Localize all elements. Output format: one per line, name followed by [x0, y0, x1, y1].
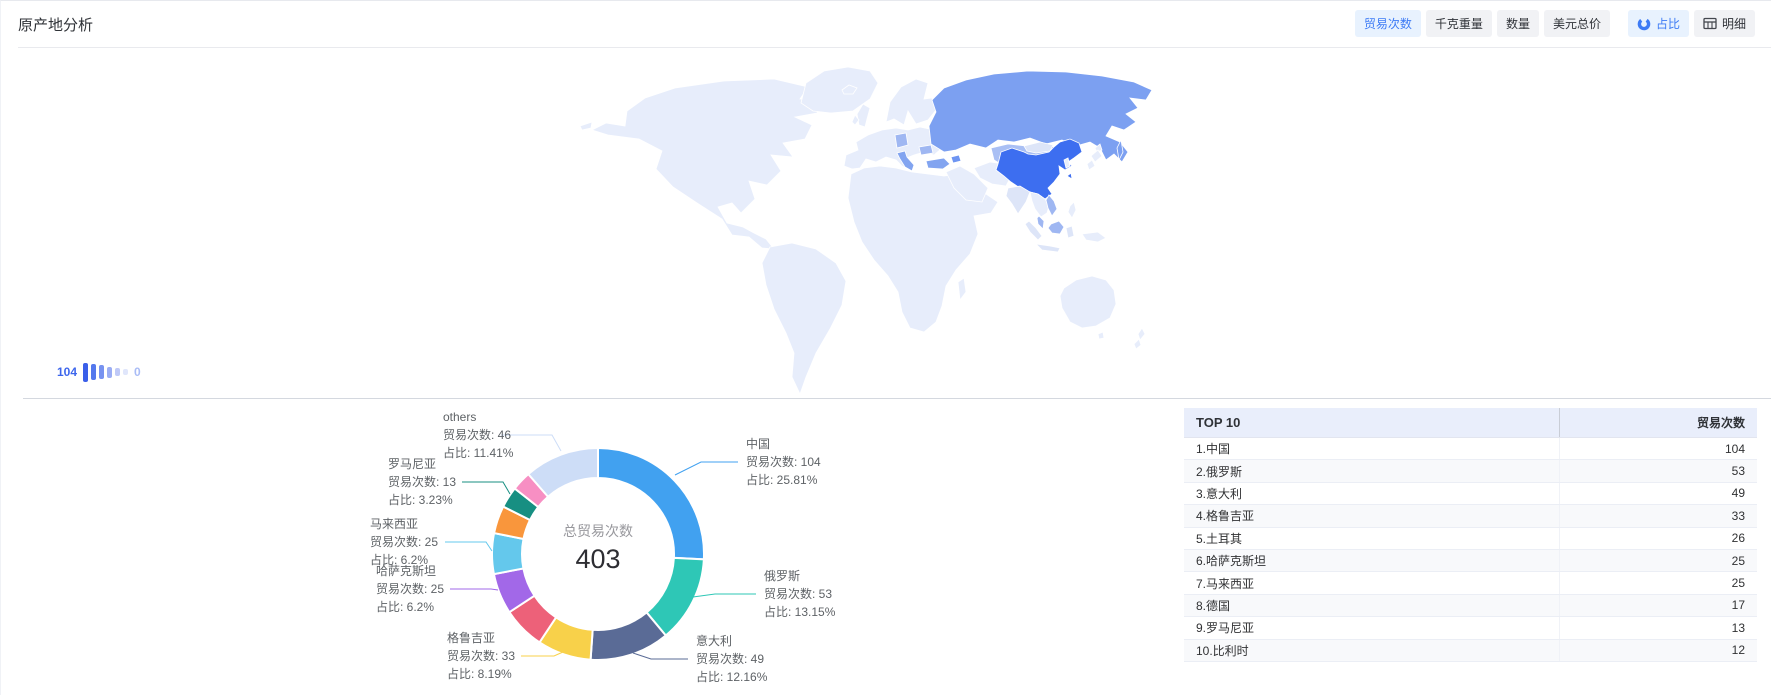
- top10-table: TOP 10 贸易次数 1.中国1042.俄罗斯533.意大利494.格鲁吉亚3…: [1184, 408, 1757, 662]
- map-region-scandinavia: [886, 79, 936, 125]
- table-cell-value: 13: [1559, 617, 1757, 638]
- map-country-germany: [895, 133, 908, 148]
- table-cell-value: 49: [1559, 483, 1757, 504]
- table-cell-value: 26: [1559, 528, 1757, 549]
- table-cell-country: 2.俄罗斯: [1184, 463, 1559, 480]
- label-leader-line: [445, 542, 492, 551]
- table-header-trade-count: 贸易次数: [1559, 408, 1757, 437]
- map-country-georgia: [951, 155, 961, 163]
- slice-label-格鲁吉亚: 格鲁吉亚贸易次数: 33占比: 8.19%: [447, 629, 515, 683]
- slice-label-哈萨克斯坦: 哈萨克斯坦贸易次数: 25占比: 6.2%: [376, 562, 444, 616]
- map-country-australia: [1060, 276, 1116, 328]
- view-button-proportion[interactable]: 占比: [1628, 10, 1689, 37]
- table-cell-country: 10.比利时: [1184, 642, 1559, 659]
- table-cell-value: 53: [1559, 460, 1757, 481]
- label-leader-line: [462, 482, 510, 494]
- legend-bars: [83, 363, 128, 382]
- table-cell-country: 8.德国: [1184, 597, 1559, 614]
- view-button-detail[interactable]: 明细: [1694, 10, 1755, 37]
- map-country-turkey: [926, 158, 950, 169]
- table-header-top10: TOP 10: [1184, 415, 1559, 430]
- legend-max-value: 104: [57, 365, 77, 379]
- map-region-north-america: [592, 79, 823, 249]
- slice-label-others: others贸易次数: 46占比: 11.41%: [443, 408, 513, 462]
- label-leader-line: [450, 589, 498, 590]
- donut-chart: 总贸易次数 403 中国贸易次数: 104占比: 25.81% 俄罗斯贸易次数: …: [1, 396, 901, 696]
- map-country-india: [1006, 186, 1030, 214]
- table-icon: [1703, 17, 1717, 30]
- metric-button-quantity[interactable]: 数量: [1497, 10, 1539, 37]
- table-row: 9.罗马尼亚13: [1184, 617, 1757, 639]
- metric-button-kg-weight[interactable]: 千克重量: [1426, 10, 1492, 37]
- label-leader-line: [633, 653, 688, 659]
- slice-label-中国: 中国贸易次数: 104占比: 25.81%: [746, 435, 821, 489]
- table-row: 4.格鲁吉亚33: [1184, 505, 1757, 527]
- origin-analysis-panel: 原产地分析 贸易次数 千克重量 数量 美元总价 占比: [0, 0, 1771, 695]
- table-row: 8.德国17: [1184, 595, 1757, 617]
- table-cell-country: 5.土耳其: [1184, 530, 1559, 547]
- table-body: 1.中国1042.俄罗斯533.意大利494.格鲁吉亚335.土耳其266.哈萨…: [1184, 438, 1757, 662]
- slice-label-意大利: 意大利贸易次数: 49占比: 12.16%: [696, 632, 767, 686]
- table-cell-value: 12: [1559, 640, 1757, 661]
- label-leader-line: [675, 462, 738, 475]
- table-row: 1.中国104: [1184, 438, 1757, 460]
- world-map[interactable]: [546, 56, 1186, 396]
- table-cell-value: 25: [1559, 572, 1757, 593]
- donut-icon: [1637, 17, 1651, 31]
- slice-label-马来西亚: 马来西亚贸易次数: 25占比: 6.2%: [370, 515, 438, 569]
- table-cell-country: 4.格鲁吉亚: [1184, 507, 1559, 524]
- legend-min-value: 0: [134, 365, 141, 379]
- table-row: 2.俄罗斯53: [1184, 460, 1757, 482]
- table-cell-value: 25: [1559, 550, 1757, 571]
- table-row: 6.哈萨克斯坦25: [1184, 550, 1757, 572]
- map-country-malaysia: [1037, 216, 1044, 229]
- table-cell-country: 9.罗马尼亚: [1184, 619, 1559, 636]
- table-cell-value: 104: [1559, 438, 1757, 459]
- slice-label-俄罗斯: 俄罗斯贸易次数: 53占比: 13.15%: [764, 567, 835, 621]
- metric-button-usd-total[interactable]: 美元总价: [1544, 10, 1610, 37]
- page-title: 原产地分析: [18, 14, 93, 35]
- table-row: 7.马来西亚25: [1184, 572, 1757, 594]
- toolbar: 贸易次数 千克重量 数量 美元总价 占比: [1355, 10, 1755, 37]
- table-cell-country: 6.哈萨克斯坦: [1184, 552, 1559, 569]
- table-row: 10.比利时12: [1184, 640, 1757, 662]
- label-leader-line: [693, 594, 756, 597]
- table-cell-value: 33: [1559, 505, 1757, 526]
- header-divider: [18, 47, 1771, 48]
- table-cell-country: 7.马来西亚: [1184, 575, 1559, 592]
- table-header-row: TOP 10 贸易次数: [1184, 408, 1757, 438]
- table-cell-country: 3.意大利: [1184, 485, 1559, 502]
- map-visual-legend[interactable]: 104 0: [57, 359, 141, 385]
- map-country-romania: [919, 145, 933, 155]
- table-row: 3.意大利49: [1184, 483, 1757, 505]
- table-row: 5.土耳其26: [1184, 528, 1757, 550]
- metric-button-trade-count[interactable]: 贸易次数: [1355, 10, 1421, 37]
- map-region-south-america: [762, 243, 846, 394]
- map-country-mongolia: [1024, 142, 1053, 153]
- donut-center-label: 总贸易次数 403: [518, 521, 678, 575]
- map-country-vietnam: [1046, 195, 1057, 216]
- table-cell-country: 1.中国: [1184, 440, 1559, 457]
- table-cell-value: 17: [1559, 595, 1757, 616]
- slice-label-罗马尼亚: 罗马尼亚贸易次数: 13占比: 3.23%: [388, 455, 456, 509]
